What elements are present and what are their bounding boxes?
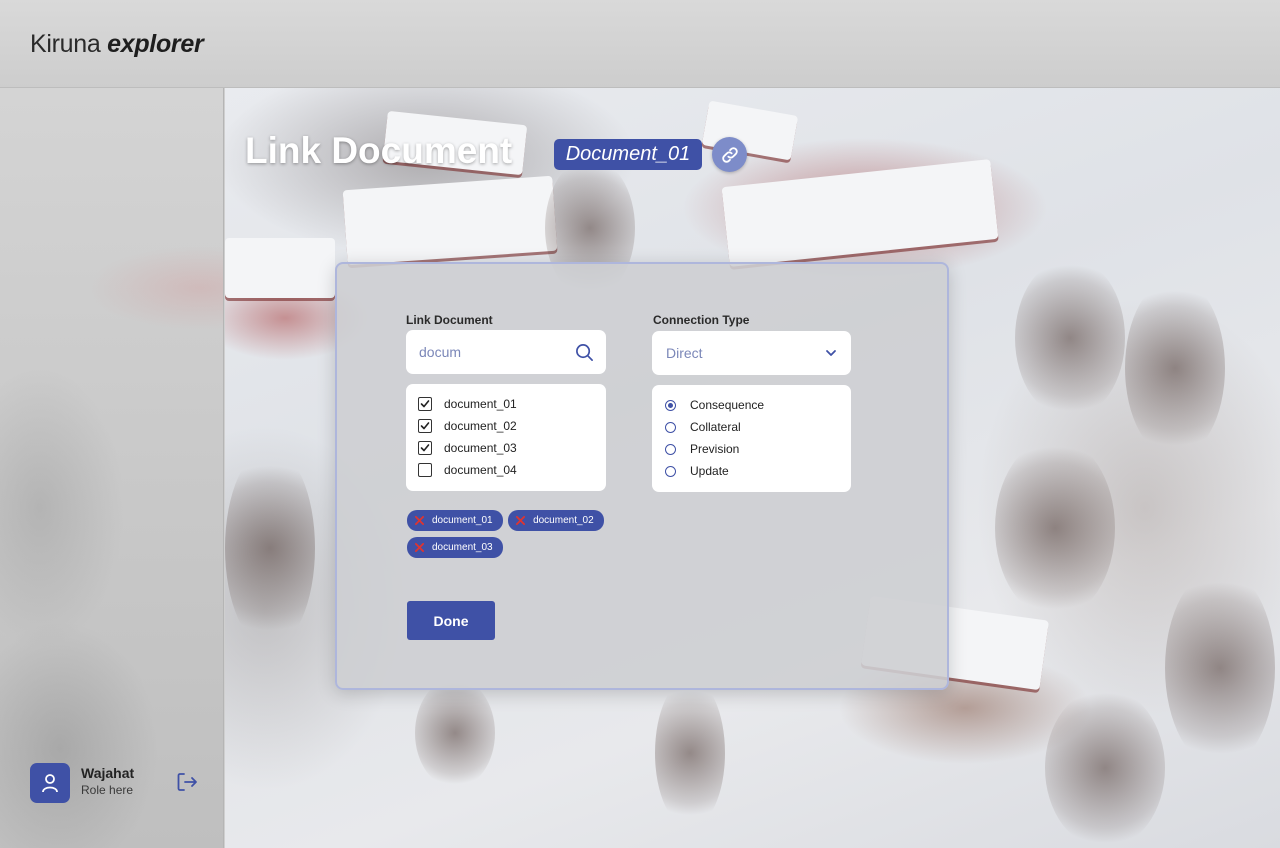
app-logo[interactable]: Kiruna explorer [30,30,204,59]
done-button[interactable]: Done [407,601,495,640]
radio-option[interactable]: Update [665,460,838,482]
checkbox-checked[interactable] [418,419,432,433]
tag-label: document_02 [533,515,594,526]
tree [995,438,1115,618]
selected-document-tag: document_03 [407,537,503,558]
selected-documents-tags: document_01 document_02 document_03 [407,510,617,564]
check-icon [420,422,430,430]
user-role: Role here [81,783,134,797]
radio-unselected[interactable] [665,443,676,455]
radio-option[interactable]: Prevision [665,438,838,460]
tree [225,448,315,648]
radio-unselected[interactable] [665,465,676,477]
tree [1165,568,1275,768]
connection-type-value: Direct [666,345,703,361]
list-item[interactable]: document_03 [418,437,594,459]
avatar[interactable] [30,763,70,803]
radio-selected[interactable] [665,399,676,411]
house-roof [342,175,558,266]
logout-icon [177,773,197,791]
connection-type-select[interactable]: Direct [652,331,851,375]
list-item[interactable]: document_01 [418,393,594,415]
radio-option-label: Collateral [690,420,741,434]
list-item[interactable]: document_04 [418,459,594,481]
connection-type-label: Connection Type [653,313,750,327]
checkbox-unchecked[interactable] [418,463,432,477]
radio-option-label: Update [690,464,729,478]
user-icon [42,774,58,793]
document-option-label: document_04 [444,463,517,477]
connection-type-options: Consequence Collateral Prevision Update [652,385,851,492]
link-document-label: Link Document [406,313,493,327]
list-item[interactable]: document_02 [418,415,594,437]
search-icon[interactable] [575,343,594,362]
close-icon [415,516,424,525]
tag-label: document_01 [432,515,493,526]
document-option-label: document_03 [444,441,517,455]
document-results-list: document_01 document_02 document_03 docu… [406,384,606,491]
selected-document-tag: document_02 [508,510,604,531]
chevron-down-icon [825,347,837,359]
page-title: Link Document [245,130,513,171]
document-option-label: document_01 [444,397,517,411]
tree [1015,258,1125,418]
remove-tag-button[interactable] [415,516,424,525]
user-name: Wajahat [81,765,135,781]
top-bar: Kiruna explorer [0,0,1280,88]
brand-name: Kiruna [30,30,101,58]
check-icon [420,444,430,452]
radio-option[interactable]: Consequence [665,394,838,416]
close-icon [415,543,424,552]
current-document-badge: Document_01 [554,139,702,170]
selected-document-tag: document_01 [407,510,503,531]
house-roof [721,159,999,267]
tree [1045,688,1165,848]
checkbox-checked[interactable] [418,397,432,411]
document-search-input[interactable] [419,344,569,360]
check-icon [420,400,430,408]
remove-tag-button[interactable] [516,516,526,525]
checkbox-checked[interactable] [418,441,432,455]
radio-option-label: Prevision [690,442,740,456]
document-option-label: document_02 [444,419,517,433]
radio-option[interactable]: Collateral [665,416,838,438]
document-search-field[interactable] [406,330,606,374]
brand-suffix: explorer [107,30,204,58]
link-button[interactable] [712,137,747,172]
close-icon [516,516,526,525]
radio-unselected[interactable] [665,421,676,433]
tree [655,678,725,828]
radio-option-label: Consequence [690,398,765,412]
sidebar: Wajahat Role here [0,88,224,848]
link-icon [721,146,738,163]
link-document-form: Link Document document_01 document_02 [335,262,949,690]
house-roof [225,238,335,298]
tag-label: document_03 [432,542,493,553]
remove-tag-button[interactable] [415,543,424,552]
tree [415,678,495,788]
tree [1125,278,1225,458]
logout-button[interactable] [174,769,200,795]
